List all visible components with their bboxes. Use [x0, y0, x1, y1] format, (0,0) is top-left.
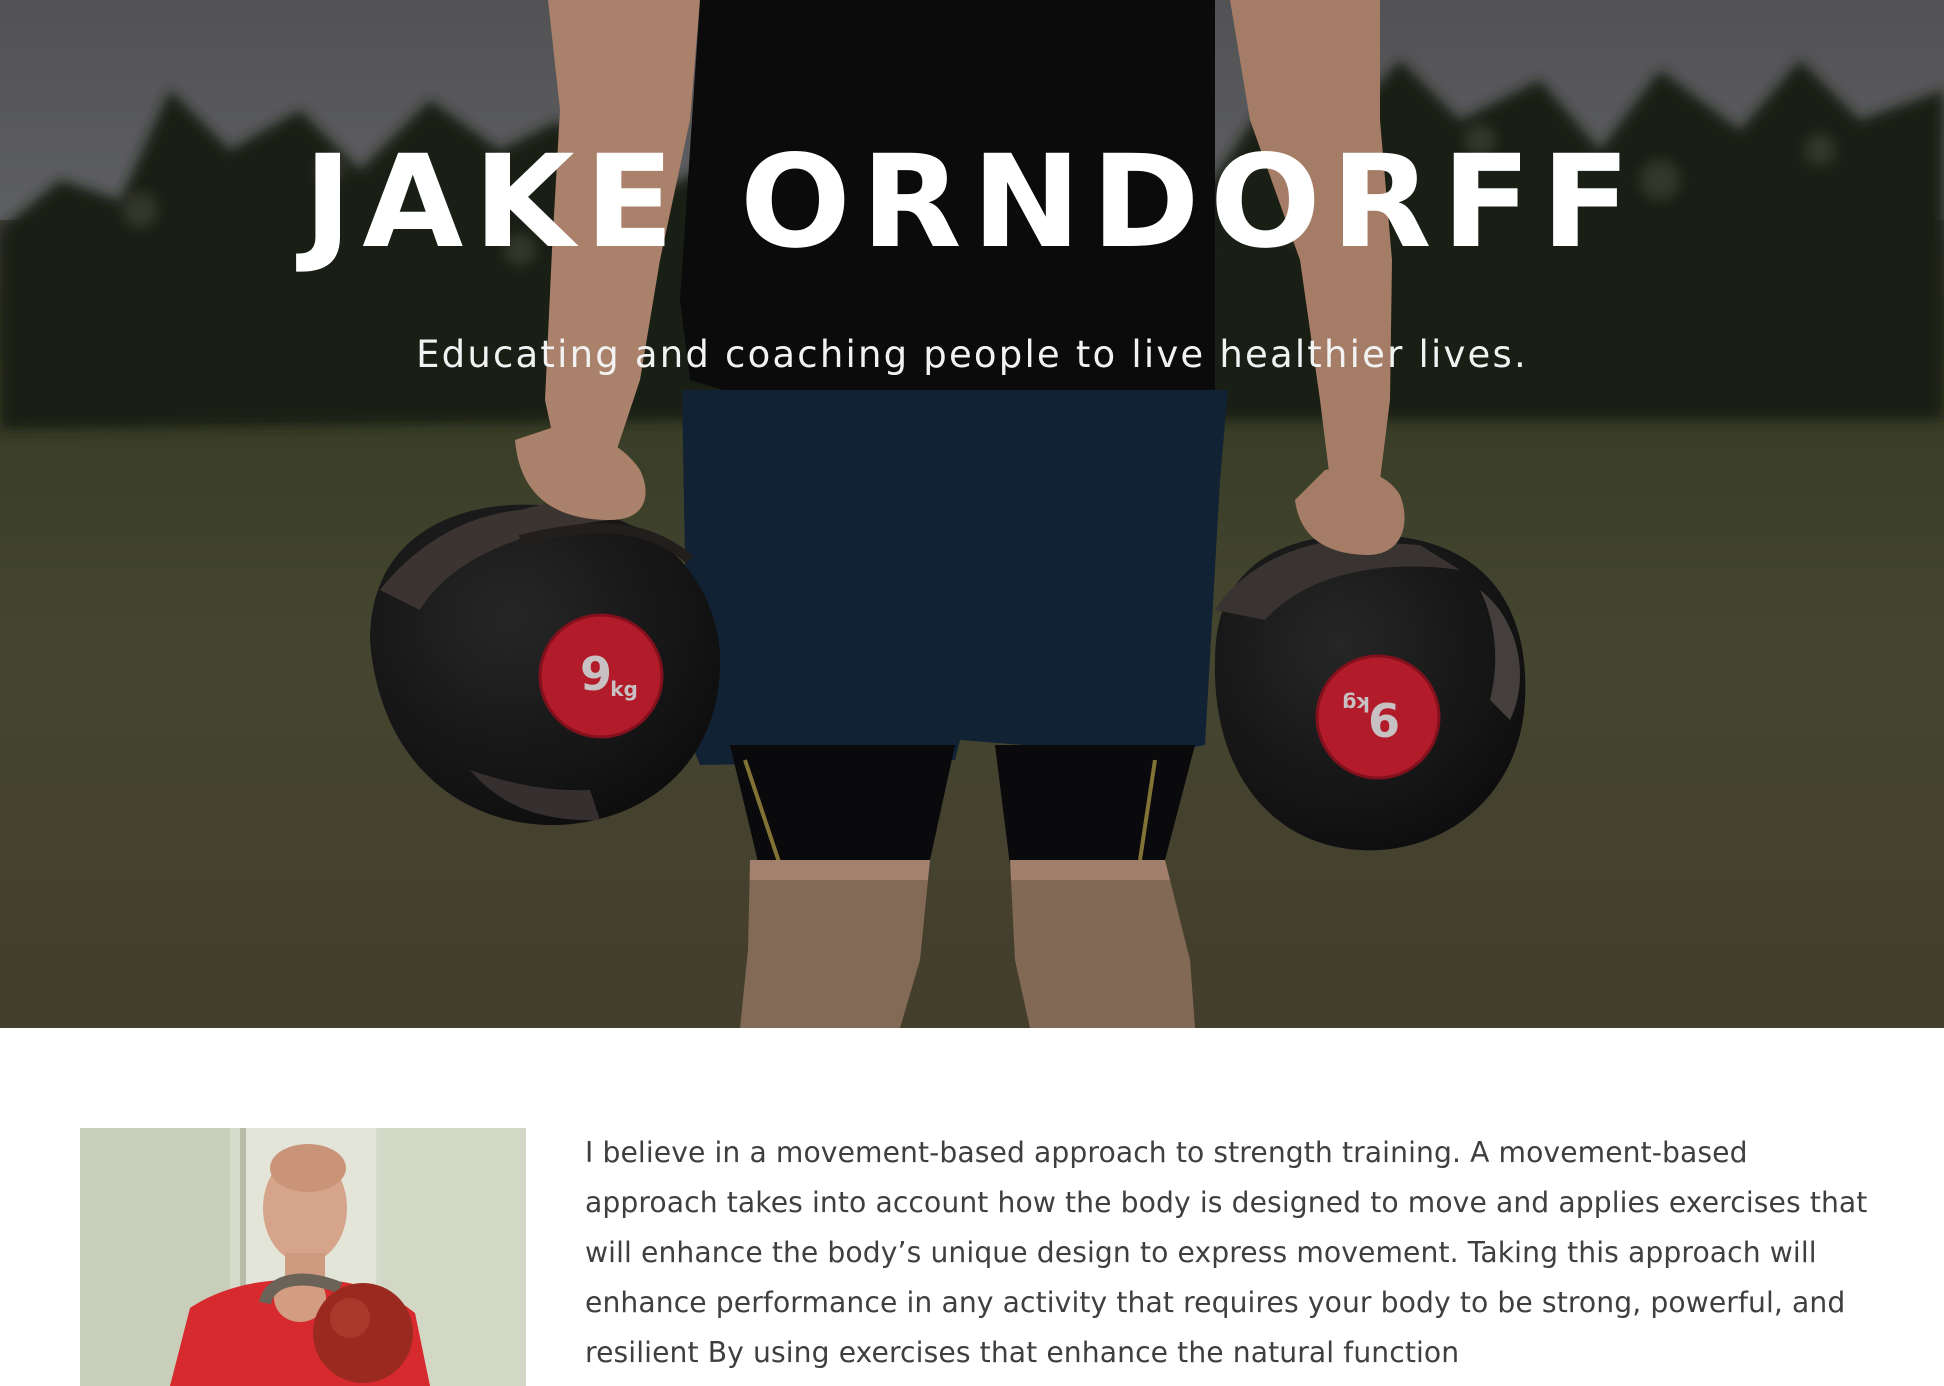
hero-subtitle: Educating and coaching people to live he… — [416, 333, 1528, 376]
trainer-kettlebell-image — [80, 1128, 526, 1386]
hero-title: JAKE ORNDORFF — [303, 128, 1641, 277]
about-photo — [80, 1128, 526, 1386]
about-paragraph: I believe in a movement-based approach t… — [585, 1136, 1868, 1369]
hero-section: 9 kg 9 kg JAKE ORNDORFF Educating and co… — [0, 0, 1944, 1028]
